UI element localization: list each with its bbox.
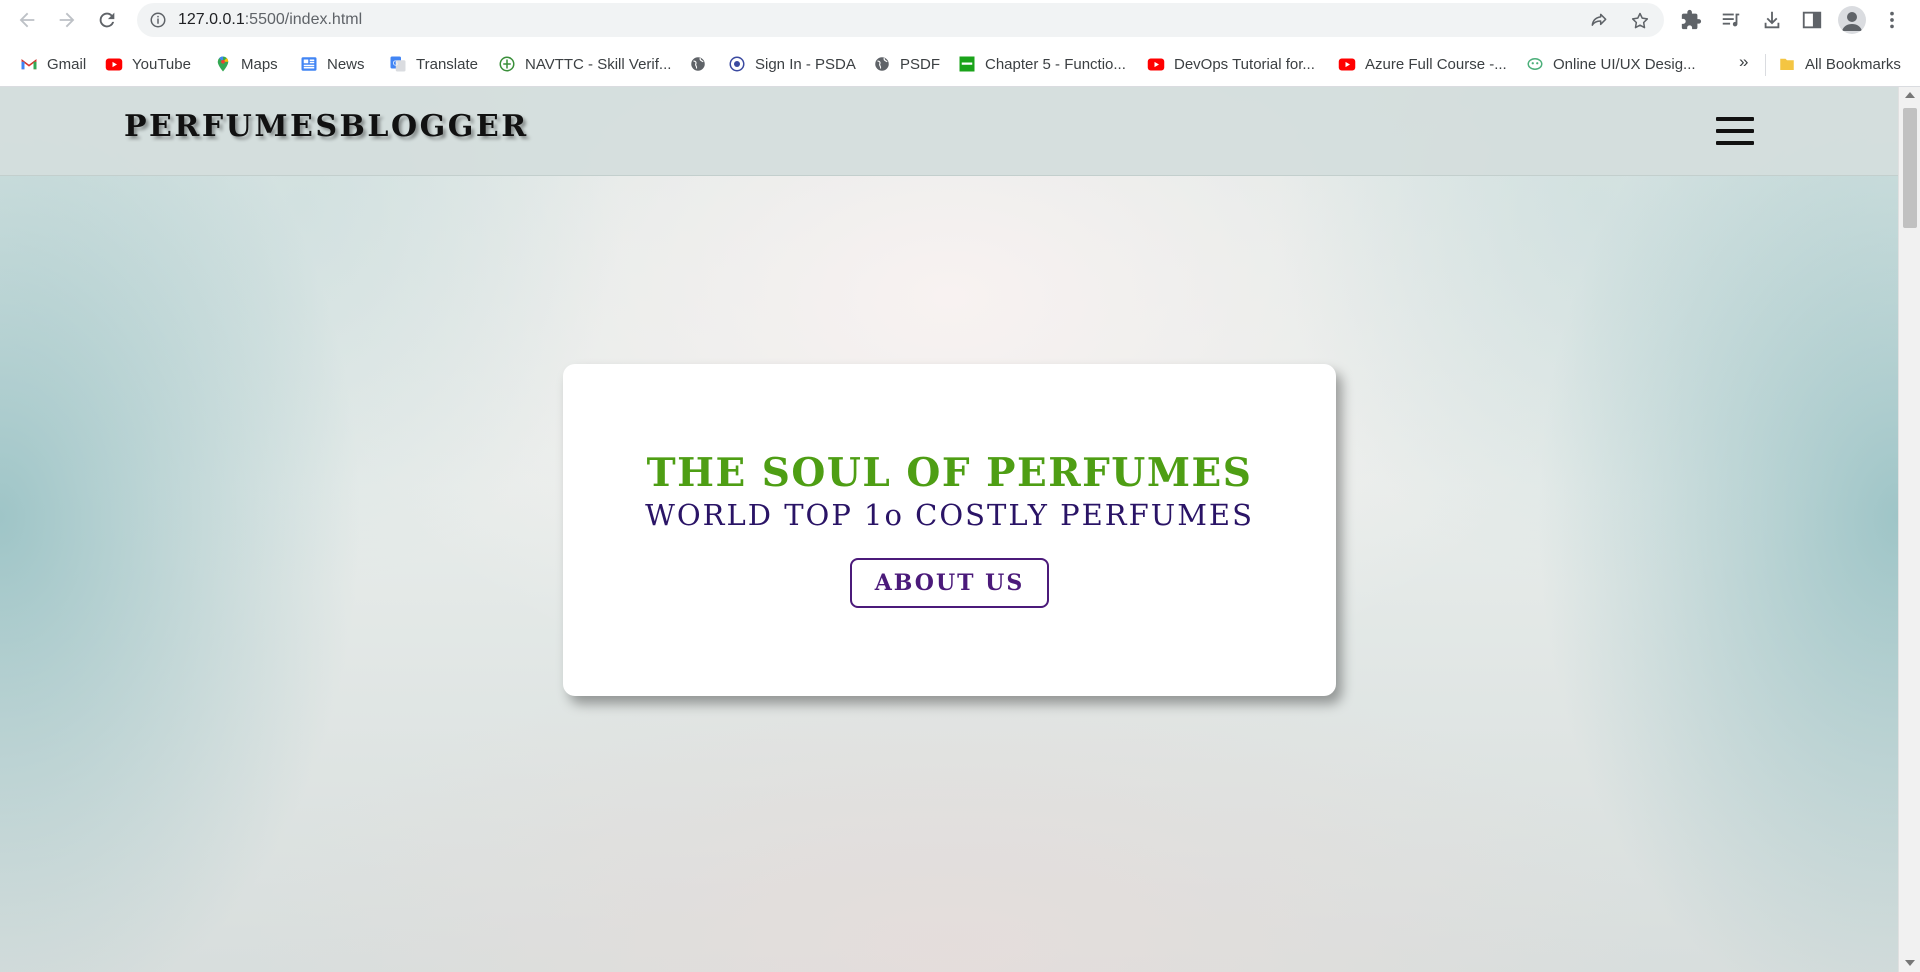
bookmark-label: Online UI/UX Desig... [1553, 55, 1696, 73]
bookmark-label: DevOps Tutorial for... [1174, 55, 1315, 73]
bookmark-news[interactable]: News [300, 52, 365, 76]
hamburger-bar [1716, 117, 1754, 121]
address-bar[interactable]: 127.0.0.1:5500/index.html [137, 3, 1664, 37]
media-queue-icon[interactable] [1720, 9, 1742, 31]
globe-icon [689, 55, 707, 73]
folder-icon [1778, 55, 1796, 73]
bookmark-devops[interactable]: DevOps Tutorial for... [1147, 52, 1315, 76]
all-bookmarks-button[interactable]: All Bookmarks [1778, 52, 1901, 76]
site-logo[interactable]: PERFUMESBLOGGER [124, 109, 529, 144]
scrollbar-thumb[interactable] [1903, 108, 1917, 228]
url-path: :5500/index.html [244, 11, 363, 28]
bookmark-label: Translate [416, 55, 478, 73]
all-bookmarks-label: All Bookmarks [1805, 55, 1901, 73]
bookmark-label: NAVTTC - Skill Verif... [525, 55, 672, 73]
page-scrollbar[interactable] [1898, 87, 1920, 972]
bookmark-label: Chapter 5 - Functio... [985, 55, 1126, 73]
bookmark-gmail[interactable]: Gmail [20, 52, 86, 76]
bookmarks-bar: Gmail YouTube Maps News G Translate NAVT… [0, 41, 1920, 87]
kebab-menu-icon[interactable] [1881, 9, 1903, 31]
download-icon[interactable] [1761, 9, 1783, 31]
bookmark-label: YouTube [132, 55, 191, 73]
hamburger-bar [1716, 141, 1754, 145]
navttc-icon [498, 55, 516, 73]
news-icon [300, 55, 318, 73]
uiux-icon [1526, 55, 1544, 73]
maps-icon [214, 55, 232, 73]
scroll-up-arrow-icon[interactable] [1905, 92, 1915, 98]
chapter-icon [958, 55, 976, 73]
bookmark-maps[interactable]: Maps [214, 52, 278, 76]
bookmark-azure[interactable]: Azure Full Course -... [1338, 52, 1507, 76]
translate-icon: G [389, 55, 407, 73]
bookmark-label: Gmail [47, 55, 87, 73]
bookmarks-overflow-button[interactable]: » [1739, 52, 1748, 72]
psda-icon [728, 55, 746, 73]
bookmark-chapter-5[interactable]: Chapter 5 - Functio... [958, 52, 1126, 76]
hero-title: THE SOUL OF PERFUMES [646, 450, 1253, 496]
youtube-icon [1338, 55, 1356, 73]
url-host: 127.0.0.1 [178, 11, 245, 28]
youtube-icon [105, 55, 123, 73]
bookmark-psda[interactable]: Sign In - PSDA [728, 52, 856, 76]
side-panel-icon[interactable] [1801, 9, 1823, 31]
bookmark-label: Azure Full Course -... [1365, 55, 1507, 73]
hamburger-menu-icon[interactable] [1716, 117, 1756, 147]
youtube-icon [1147, 55, 1165, 73]
bookmark-psdf[interactable]: PSDF [873, 52, 940, 76]
avatar-icon[interactable] [1838, 6, 1866, 34]
page-viewport: PERFUMESBLOGGER THE SOUL OF PERFUMES WOR… [0, 87, 1898, 972]
share-icon[interactable] [1589, 11, 1609, 31]
star-icon[interactable] [1630, 11, 1650, 31]
bookmark-label: News [327, 55, 365, 73]
reload-icon[interactable] [93, 6, 121, 34]
info-icon[interactable] [149, 11, 167, 29]
site-header: PERFUMESBLOGGER [0, 87, 1898, 176]
scroll-down-arrow-icon[interactable] [1905, 960, 1915, 966]
bookmark-youtube[interactable]: YouTube [105, 52, 191, 76]
puzzle-icon[interactable] [1680, 9, 1702, 31]
browser-toolbar: 127.0.0.1:5500/index.html [0, 0, 1920, 41]
globe-icon [873, 55, 891, 73]
hamburger-bar [1716, 129, 1754, 133]
forward-arrow-icon[interactable] [53, 6, 81, 34]
back-arrow-icon[interactable] [13, 6, 41, 34]
bookmark-label: Maps [241, 55, 278, 73]
bookmark-navttc[interactable]: NAVTTC - Skill Verif... [498, 52, 671, 76]
about-us-button[interactable]: ABOUT US [850, 558, 1049, 608]
bookmark-uiux[interactable]: Online UI/UX Desig... [1526, 52, 1696, 76]
bookmark-translate[interactable]: G Translate [389, 52, 478, 76]
url-text[interactable]: 127.0.0.1:5500/index.html [178, 11, 362, 29]
bookmark-label: PSDF [900, 55, 941, 73]
bookmark-globe[interactable] [689, 52, 716, 76]
bookmark-label: Sign In - PSDA [755, 55, 856, 73]
hero-card: THE SOUL OF PERFUMES WORLD TOP 1o COSTLY… [563, 364, 1336, 696]
hero-subtitle: WORLD TOP 1o COSTLY PERFUMES [645, 498, 1254, 532]
gmail-icon [20, 55, 38, 73]
bookmarks-divider [1765, 54, 1766, 76]
svg-text:G: G [393, 60, 398, 68]
